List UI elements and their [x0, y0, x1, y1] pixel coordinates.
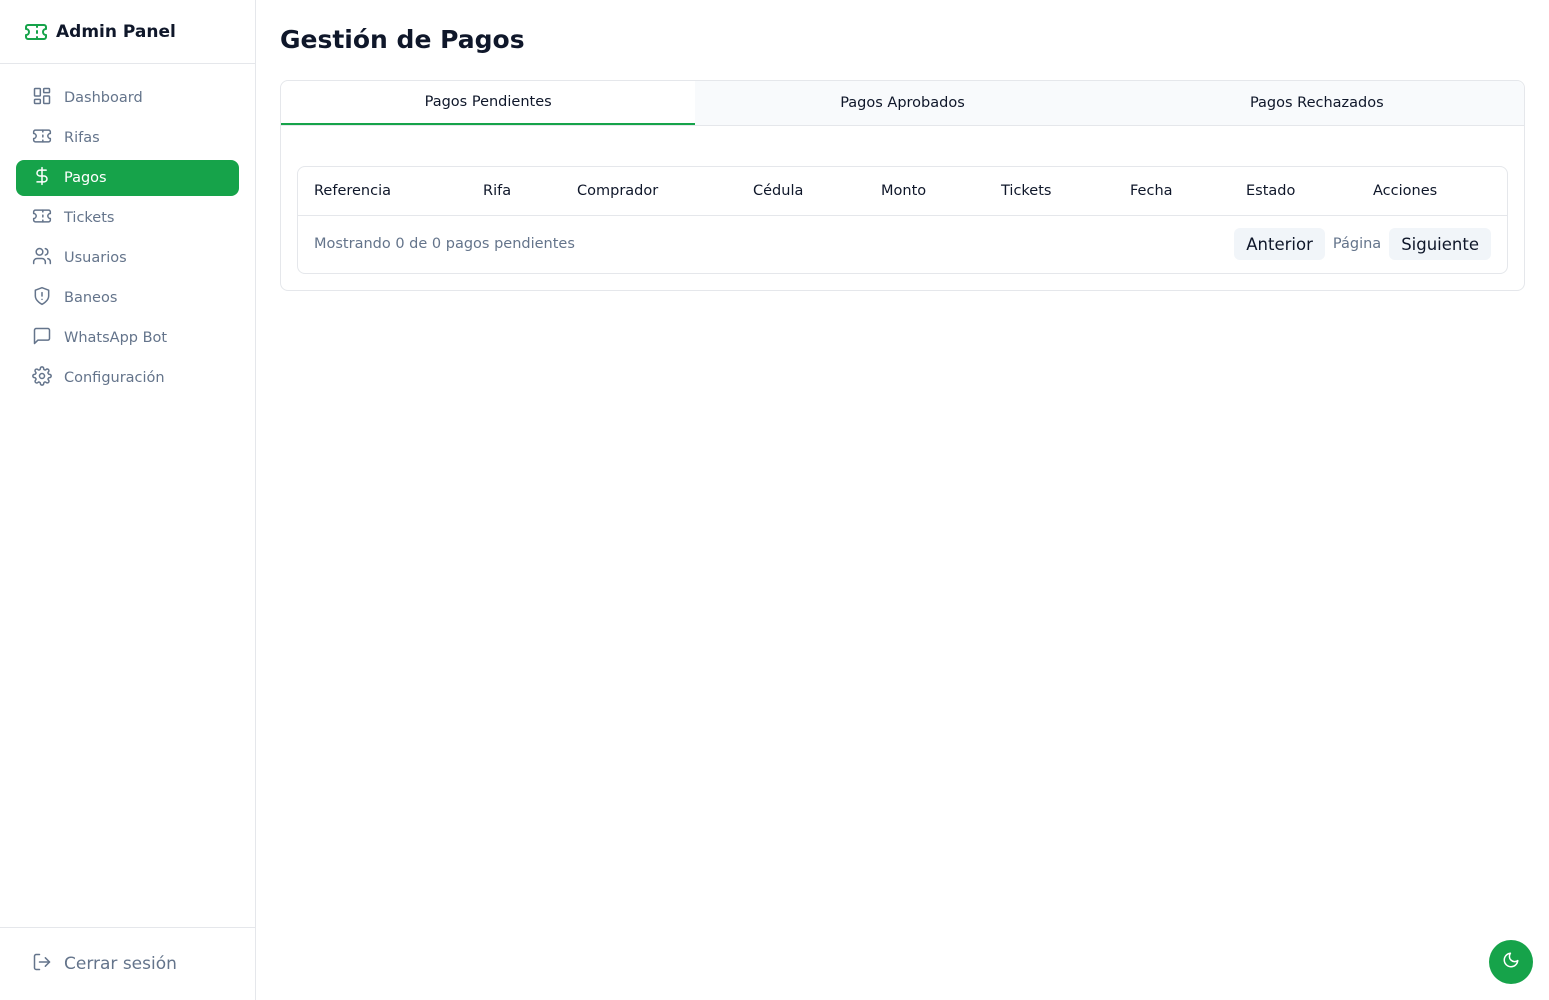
table-header-row: Referencia Rifa Comprador Cédula Monto T…	[298, 167, 1507, 216]
dollar-sign-icon	[32, 166, 52, 190]
sidebar-item-whatsapp-bot[interactable]: WhatsApp Bot	[16, 320, 239, 356]
column-header-monto: Monto	[865, 167, 985, 216]
app: Admin Panel Dashboard Rifas Pagos Ticket…	[0, 0, 1549, 1000]
previous-page-button[interactable]: Anterior	[1234, 228, 1325, 260]
tab-pagos-rechazados[interactable]: Pagos Rechazados	[1109, 81, 1524, 125]
main-content: Gestión de Pagos Pagos Pendientes Pagos …	[256, 0, 1549, 1000]
logout-label: Cerrar sesión	[64, 954, 177, 974]
sidebar-item-label: Rifas	[64, 130, 100, 146]
sidebar-item-label: Configuración	[64, 370, 165, 386]
payments-table: Referencia Rifa Comprador Cédula Monto T…	[298, 167, 1507, 216]
brand-title: Admin Panel	[56, 21, 176, 42]
column-header-tickets: Tickets	[985, 167, 1114, 216]
sidebar-item-rifas[interactable]: Rifas	[16, 120, 239, 156]
sidebar-item-tickets[interactable]: Tickets	[16, 200, 239, 236]
sidebar-item-usuarios[interactable]: Usuarios	[16, 240, 239, 276]
shield-icon	[32, 286, 52, 310]
sidebar-item-label: Tickets	[64, 210, 115, 226]
message-square-icon	[32, 326, 52, 350]
tab-pagos-pendientes[interactable]: Pagos Pendientes	[281, 81, 696, 125]
settings-icon	[32, 366, 52, 390]
sidebar-item-baneos[interactable]: Baneos	[16, 280, 239, 316]
page-title: Gestión de Pagos	[280, 25, 525, 54]
users-icon	[32, 246, 52, 270]
sidebar-item-label: Baneos	[64, 290, 118, 306]
column-header-fecha: Fecha	[1114, 167, 1230, 216]
sidebar-nav: Dashboard Rifas Pagos Tickets Usuarios B…	[0, 64, 255, 927]
sidebar-item-label: Usuarios	[64, 250, 127, 266]
payments-table-container: Referencia Rifa Comprador Cédula Monto T…	[297, 166, 1508, 274]
logout-button[interactable]: Cerrar sesión	[0, 927, 255, 1000]
column-header-acciones: Acciones	[1357, 167, 1507, 216]
brand-header: Admin Panel	[0, 0, 255, 64]
theme-toggle-button[interactable]	[1489, 940, 1533, 984]
next-page-button[interactable]: Siguiente	[1389, 228, 1491, 260]
sidebar-item-dashboard[interactable]: Dashboard	[16, 80, 239, 116]
column-header-rifa: Rifa	[467, 167, 561, 216]
tabs: Pagos Pendientes Pagos Aprobados Pagos R…	[281, 81, 1524, 126]
moon-icon	[1502, 951, 1520, 973]
ticket-icon	[32, 126, 52, 150]
sidebar-item-pagos[interactable]: Pagos	[16, 160, 239, 196]
column-header-referencia: Referencia	[298, 167, 467, 216]
column-header-comprador: Comprador	[561, 167, 737, 216]
ticket-icon	[32, 206, 52, 230]
sidebar-item-label: Pagos	[64, 170, 107, 186]
sidebar-item-label: WhatsApp Bot	[64, 330, 168, 346]
page-indicator: Página	[1332, 236, 1382, 252]
column-header-estado: Estado	[1230, 167, 1357, 216]
sidebar-item-configuracion[interactable]: Configuración	[16, 360, 239, 396]
table-footer: Mostrando 0 de 0 pagos pendientes Anteri…	[298, 216, 1507, 273]
layout-dashboard-icon	[32, 86, 52, 110]
tab-pagos-aprobados[interactable]: Pagos Aprobados	[695, 81, 1110, 125]
column-header-cedula: Cédula	[737, 167, 865, 216]
sidebar-item-label: Dashboard	[64, 90, 143, 106]
pagination: Anterior Página Siguiente	[1234, 228, 1491, 260]
results-count: Mostrando 0 de 0 pagos pendientes	[314, 236, 575, 252]
payments-card: Pagos Pendientes Pagos Aprobados Pagos R…	[280, 80, 1525, 291]
sidebar: Admin Panel Dashboard Rifas Pagos Ticket…	[0, 0, 256, 1000]
log-out-icon	[32, 952, 52, 977]
ticket-icon	[24, 20, 48, 44]
